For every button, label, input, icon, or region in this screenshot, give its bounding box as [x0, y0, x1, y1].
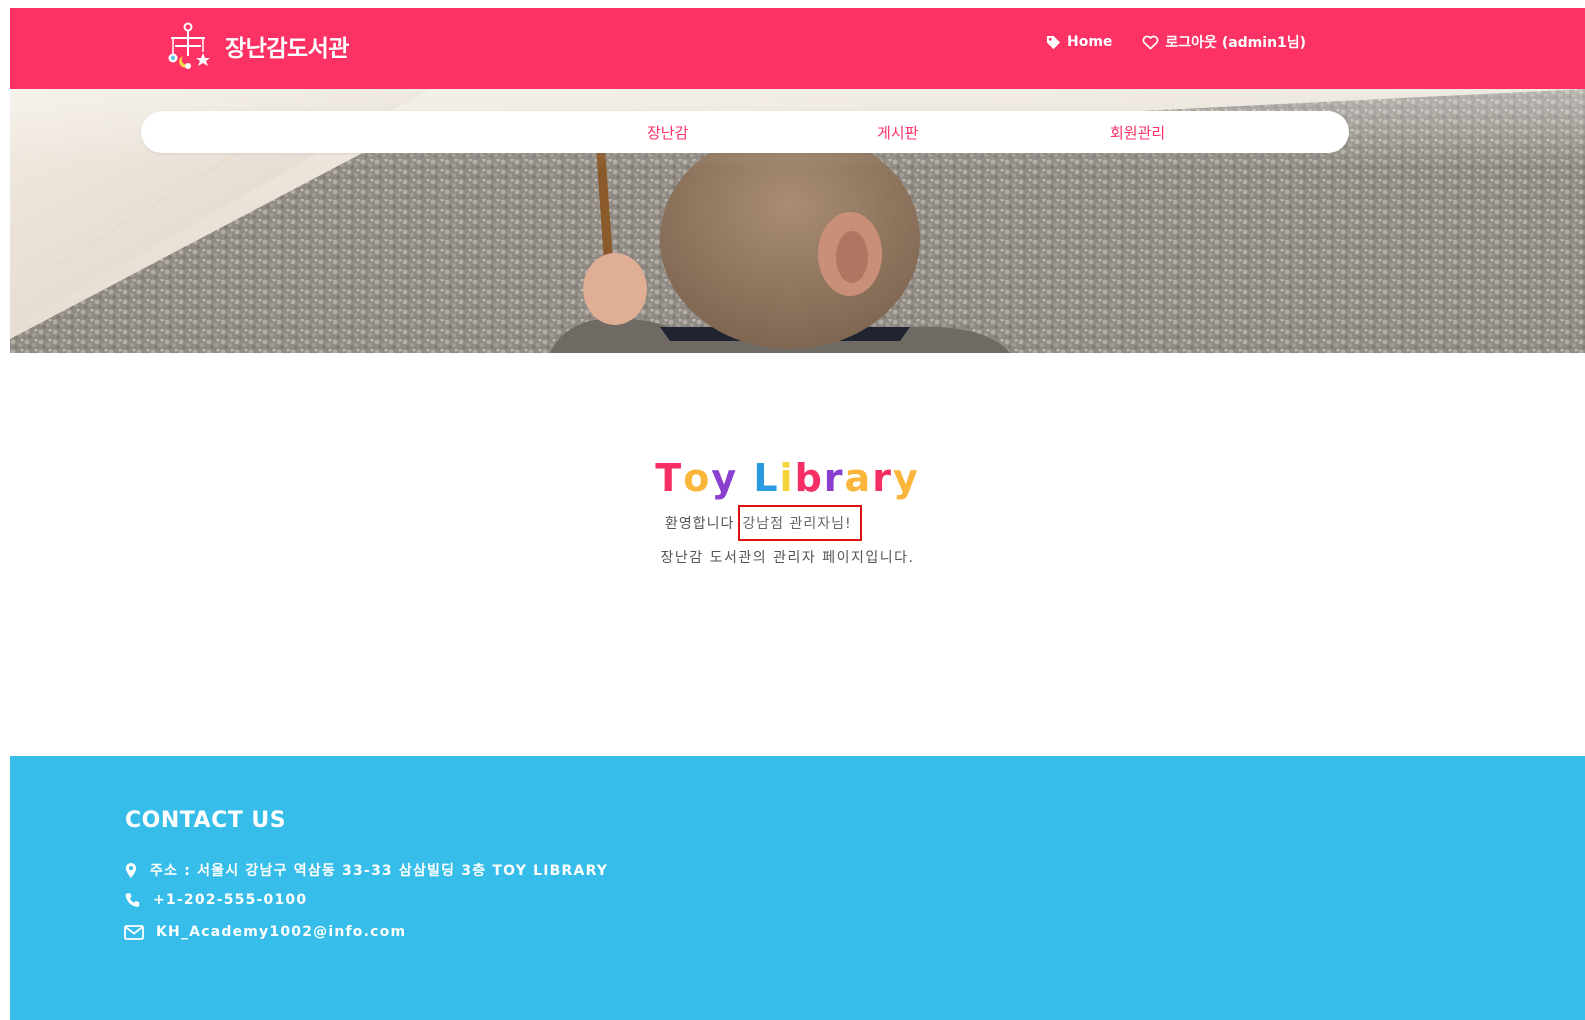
logo-letter: r: [872, 456, 893, 500]
phone-icon: [124, 892, 141, 908]
logout-link-label: 로그아웃 (admin1님): [1165, 35, 1307, 51]
logo-letter: y: [711, 456, 739, 500]
logo-letter: T: [655, 456, 684, 500]
contact-email: KH_Academy1002@info.com: [124, 924, 406, 940]
main-nav: 장난감 게시판 회원관리: [141, 111, 1349, 153]
welcome-highlight: 강남점 관리자님!: [738, 505, 862, 541]
hero-banner: 장난감 게시판 회원관리: [10, 89, 1585, 353]
email-link[interactable]: KH_Academy1002@info.com: [156, 924, 406, 940]
logout-link[interactable]: 로그아웃 (admin1님): [1142, 32, 1306, 52]
baby-mobile-icon: [163, 22, 213, 70]
toy-library-logo: Toy Library: [10, 456, 1565, 500]
home-link-label: Home: [1067, 34, 1113, 50]
logo-letter: o: [683, 456, 712, 500]
logo-letter: i: [779, 456, 795, 500]
contact-address: 주소 : 서울시 강남구 역삼동 33-33 삼삼빌딩 3층 TOY LIBRA…: [124, 860, 608, 880]
logo-letter: b: [794, 456, 824, 500]
brand-name: 장난감도서관: [225, 36, 349, 62]
page-subtitle: 장난감 도서관의 관리자 페이지입니다.: [660, 550, 915, 566]
top-bar: 장난감도서관 Home 로그아웃 (admin1님): [10, 8, 1585, 89]
phone-text: +1-202-555-0100: [153, 892, 308, 908]
map-pin-icon: [124, 862, 138, 879]
contact-phone: +1-202-555-0100: [124, 892, 307, 908]
brand-logo[interactable]: 장난감도서관: [163, 22, 349, 70]
address-text: 주소 : 서울시 강남구 역삼동 33-33 삼삼빌딩 3층 TOY LIBRA…: [150, 863, 609, 879]
nav-item-toys[interactable]: 장난감: [647, 122, 688, 143]
logo-letter: a: [844, 456, 873, 500]
nav-item-members[interactable]: 회원관리: [1110, 122, 1165, 143]
tag-icon: [1046, 35, 1061, 50]
logo-letter: y: [892, 456, 920, 500]
envelope-icon: [124, 924, 144, 940]
heart-icon: [1142, 35, 1159, 50]
welcome-prefix: 환영합니다: [665, 516, 735, 532]
main-content: Toy Library 환영합니다 강남점 관리자님! 장난감 도서관의 관리자…: [10, 353, 1585, 756]
welcome-message: 환영합니다 강남점 관리자님!: [665, 505, 862, 541]
logo-letter: r: [823, 456, 845, 500]
logo-letter: L: [753, 456, 780, 500]
top-links: Home 로그아웃 (admin1님): [1046, 32, 1306, 52]
logo-letter: [738, 456, 753, 500]
footer: CONTACT US 주소 : 서울시 강남구 역삼동 33-33 삼삼빌딩 3…: [10, 756, 1585, 1020]
home-link[interactable]: Home: [1046, 34, 1112, 50]
contact-title: CONTACT US: [125, 808, 287, 833]
nav-item-board[interactable]: 게시판: [877, 122, 918, 143]
page: 장난감도서관 Home 로그아웃 (admin1님) 장난감 게시판 회원관리 …: [10, 8, 1585, 1020]
